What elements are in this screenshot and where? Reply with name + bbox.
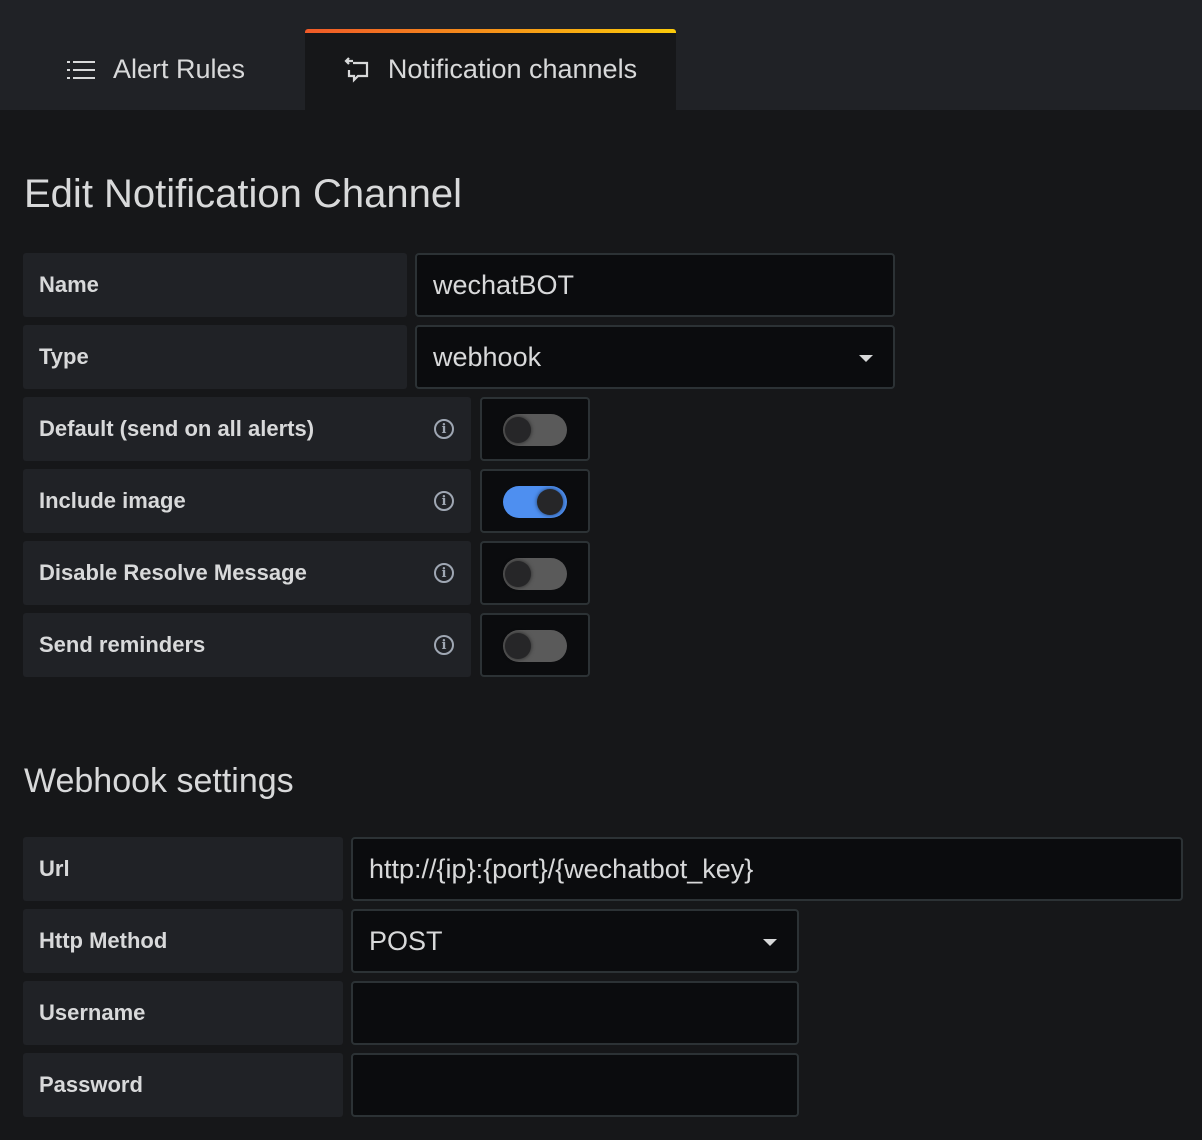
info-icon[interactable]: i	[434, 491, 454, 511]
http-method-select[interactable]: POST	[351, 909, 799, 973]
tab-notification-channels[interactable]: Notification channels	[305, 29, 676, 110]
info-icon[interactable]: i	[434, 563, 454, 583]
list-icon	[66, 60, 95, 80]
info-icon[interactable]: i	[434, 419, 454, 439]
page-title: Edit Notification Channel	[24, 172, 463, 216]
default-toggle[interactable]	[503, 414, 567, 446]
disable-resolve-toggle-box	[480, 541, 590, 605]
default-label: Default (send on all alerts) i	[23, 397, 471, 461]
include-image-label: Include image i	[23, 469, 471, 533]
disable-resolve-toggle[interactable]	[503, 558, 567, 590]
url-label: Url	[23, 837, 343, 901]
caret-down-icon	[763, 939, 777, 946]
tab-alert-rules[interactable]: Alert Rules	[0, 29, 304, 110]
info-icon[interactable]: i	[434, 635, 454, 655]
name-label: Name	[23, 253, 407, 317]
tab-label: Alert Rules	[112, 54, 246, 84]
tab-bar: Alert Rules Notification channels	[0, 0, 1202, 110]
caret-down-icon	[859, 355, 873, 362]
send-reminders-label-text: Send reminders	[39, 632, 206, 657]
send-reminders-toggle-box	[480, 613, 590, 677]
password-input[interactable]	[351, 1053, 799, 1117]
send-reminders-toggle[interactable]	[503, 630, 567, 662]
type-value: webhook	[433, 341, 542, 372]
username-label: Username	[23, 981, 343, 1045]
include-image-toggle-box	[480, 469, 590, 533]
url-input[interactable]: http://{ip}:{port}/{wechatbot_key}	[351, 837, 1183, 901]
name-input[interactable]: wechatBOT	[415, 253, 895, 317]
include-image-toggle[interactable]	[503, 486, 567, 518]
http-method-value: POST	[369, 925, 443, 956]
comment-alt-share-icon	[344, 56, 370, 83]
disable-resolve-label-text: Disable Resolve Message	[39, 560, 307, 585]
http-method-label: Http Method	[23, 909, 343, 973]
type-label: Type	[23, 325, 407, 389]
default-toggle-box	[480, 397, 590, 461]
include-image-label-text: Include image	[39, 488, 186, 513]
password-label: Password	[23, 1053, 343, 1117]
default-label-text: Default (send on all alerts)	[39, 416, 315, 441]
type-select[interactable]: webhook	[415, 325, 895, 389]
webhook-settings-heading: Webhook settings	[24, 762, 294, 800]
username-input[interactable]	[351, 981, 799, 1045]
tab-label: Notification channels	[387, 54, 638, 84]
disable-resolve-label: Disable Resolve Message i	[23, 541, 471, 605]
send-reminders-label: Send reminders i	[23, 613, 471, 677]
